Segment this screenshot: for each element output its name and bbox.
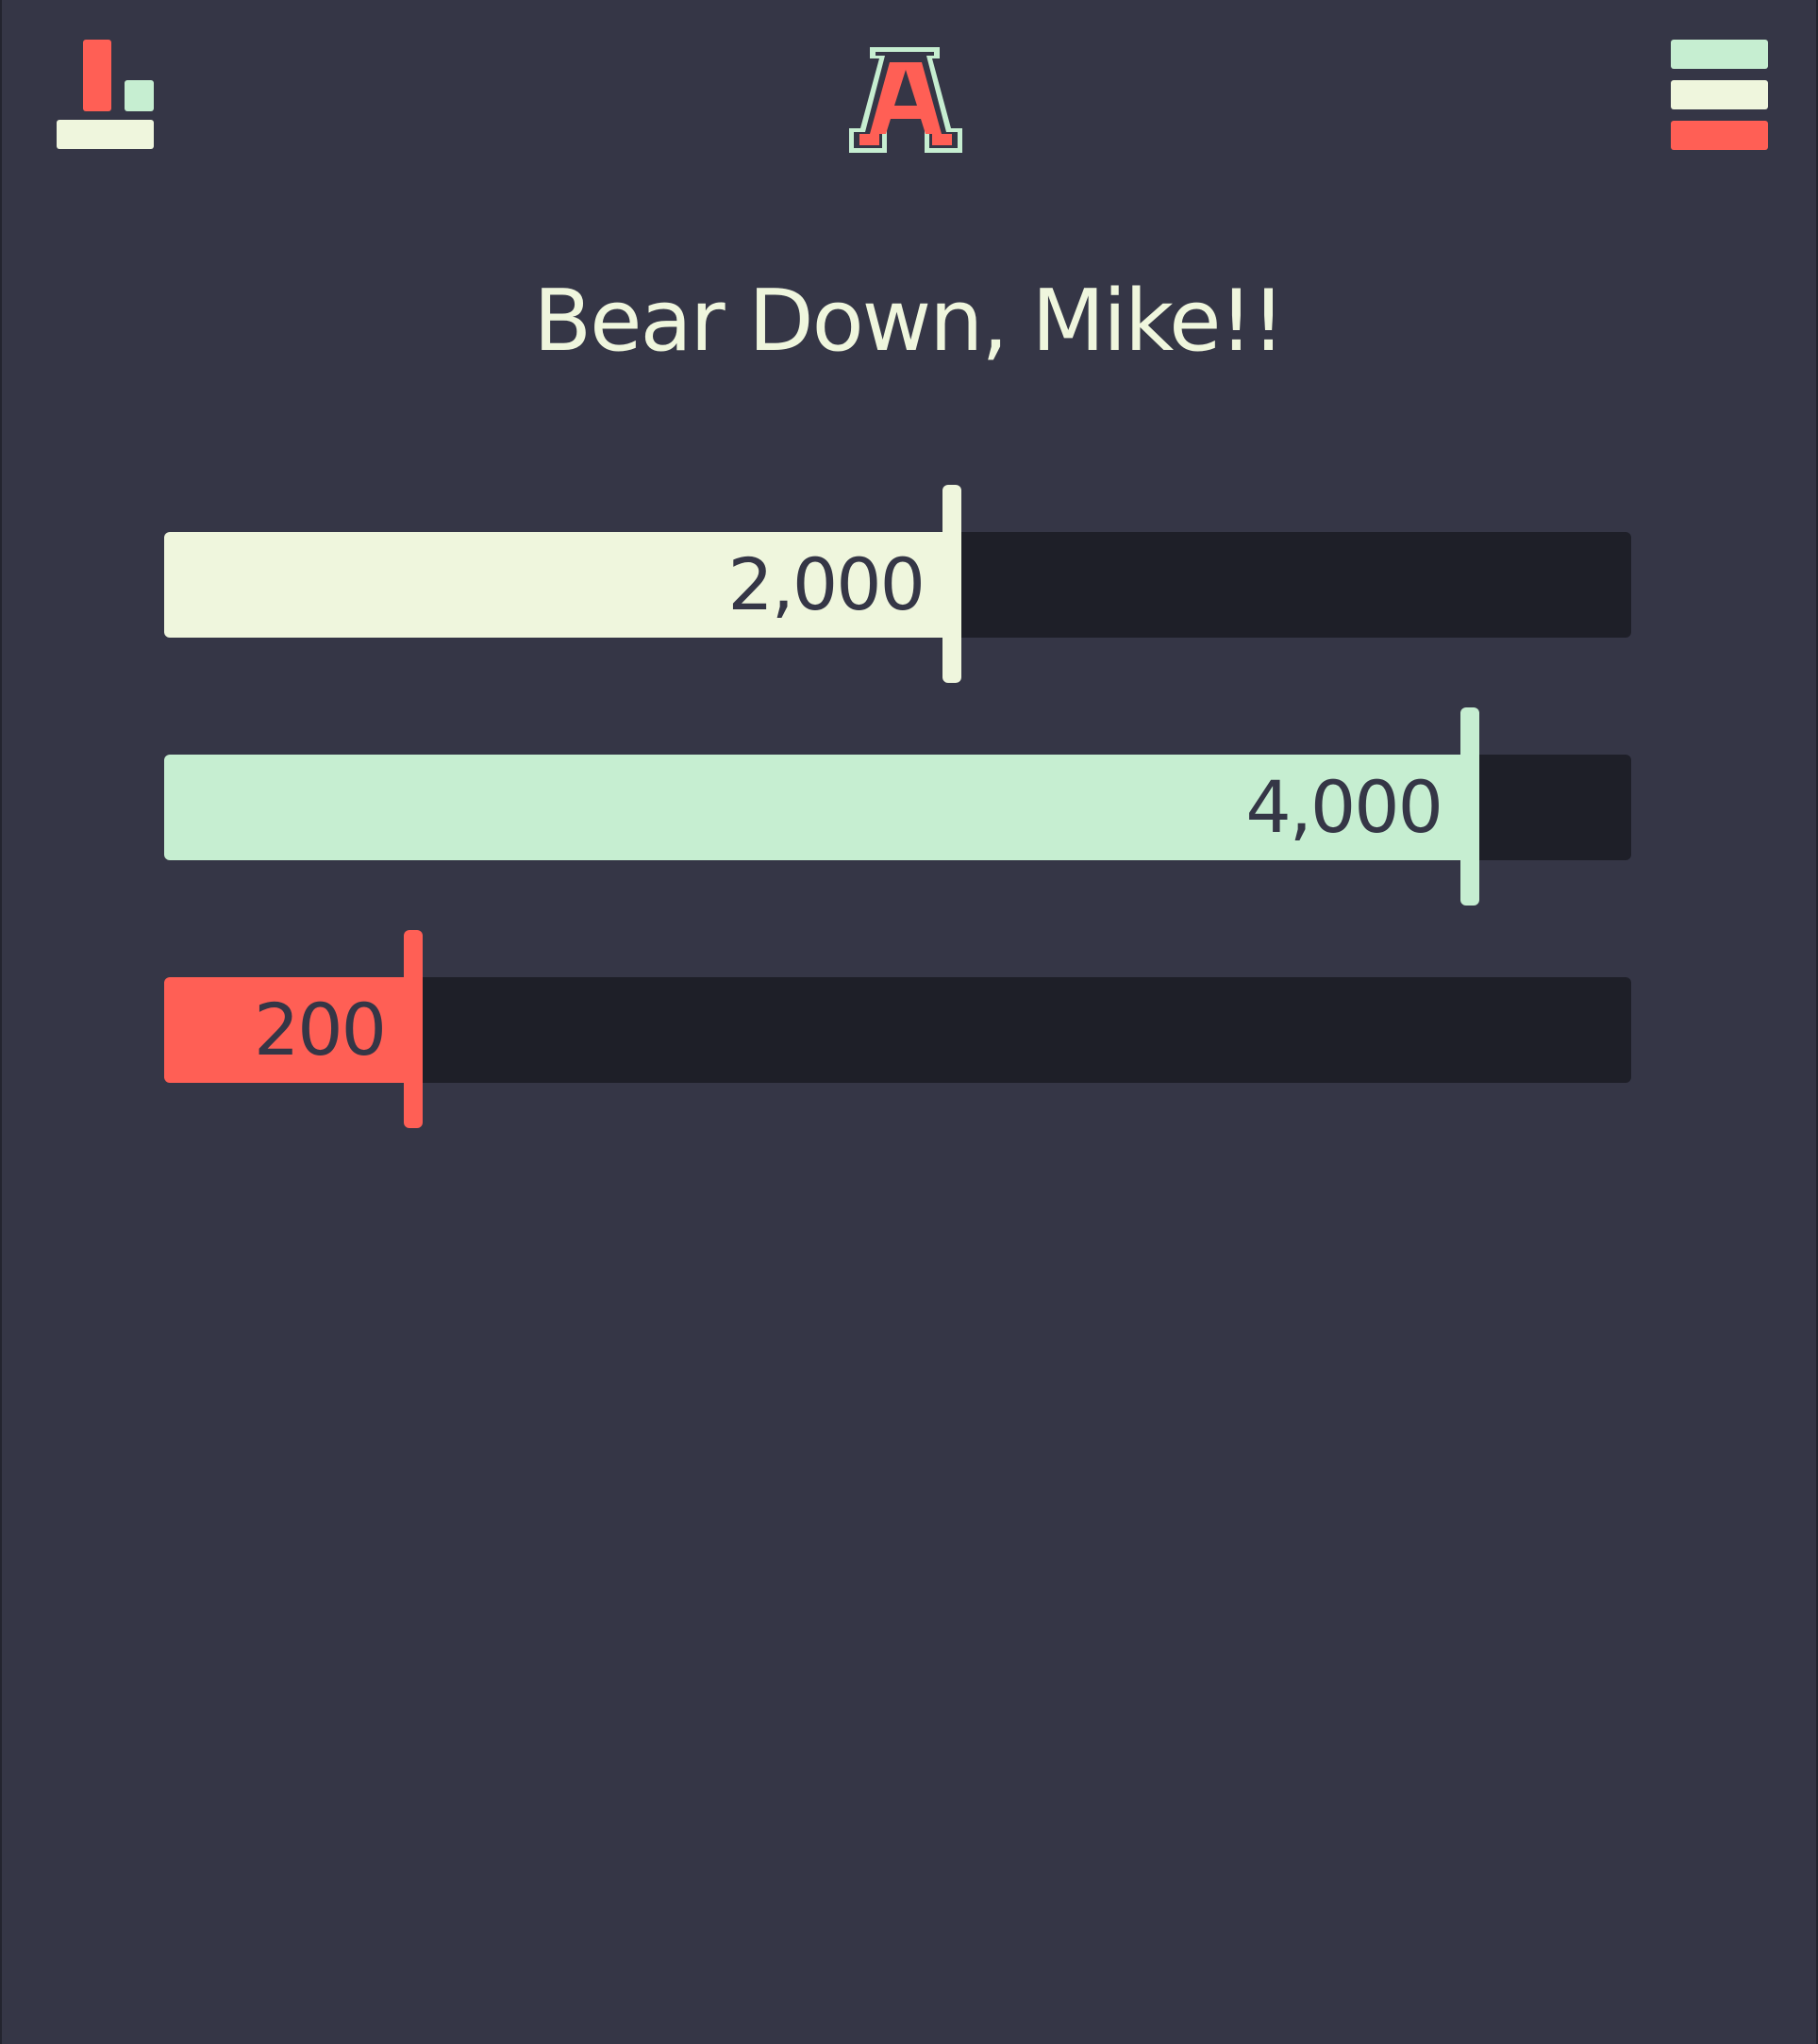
menu-icon-line-bottom [1671, 121, 1768, 150]
greeting-heading: Bear Down, Mike!! [533, 272, 1285, 371]
bar-chart-icon[interactable] [57, 40, 155, 149]
menu-icon-line-middle [1671, 80, 1768, 109]
block-a-logo [849, 47, 962, 153]
hamburger-menu-icon[interactable] [1671, 40, 1769, 151]
progress-value-label: 2,000 [727, 542, 926, 626]
progress-bar-1: 2,000 [2, 485, 1818, 683]
progress-slider-handle[interactable] [404, 930, 423, 1128]
progress-slider-handle[interactable] [1460, 707, 1479, 906]
progress-value-label: 4,000 [1245, 765, 1443, 849]
bar-chart-icon-tall-bar [83, 40, 111, 111]
app-screen: Bear Down, Mike!! 2,000 4,000 200 [0, 0, 1818, 2044]
progress-bar-3: 200 [2, 930, 1818, 1128]
progress-value-label: 200 [253, 988, 387, 1072]
progress-slider-handle[interactable] [942, 485, 961, 683]
bar-chart-icon-short-bar [125, 80, 154, 111]
menu-icon-line-top [1671, 40, 1768, 69]
progress-bar-2: 4,000 [2, 707, 1818, 906]
bar-chart-icon-base [57, 120, 154, 149]
